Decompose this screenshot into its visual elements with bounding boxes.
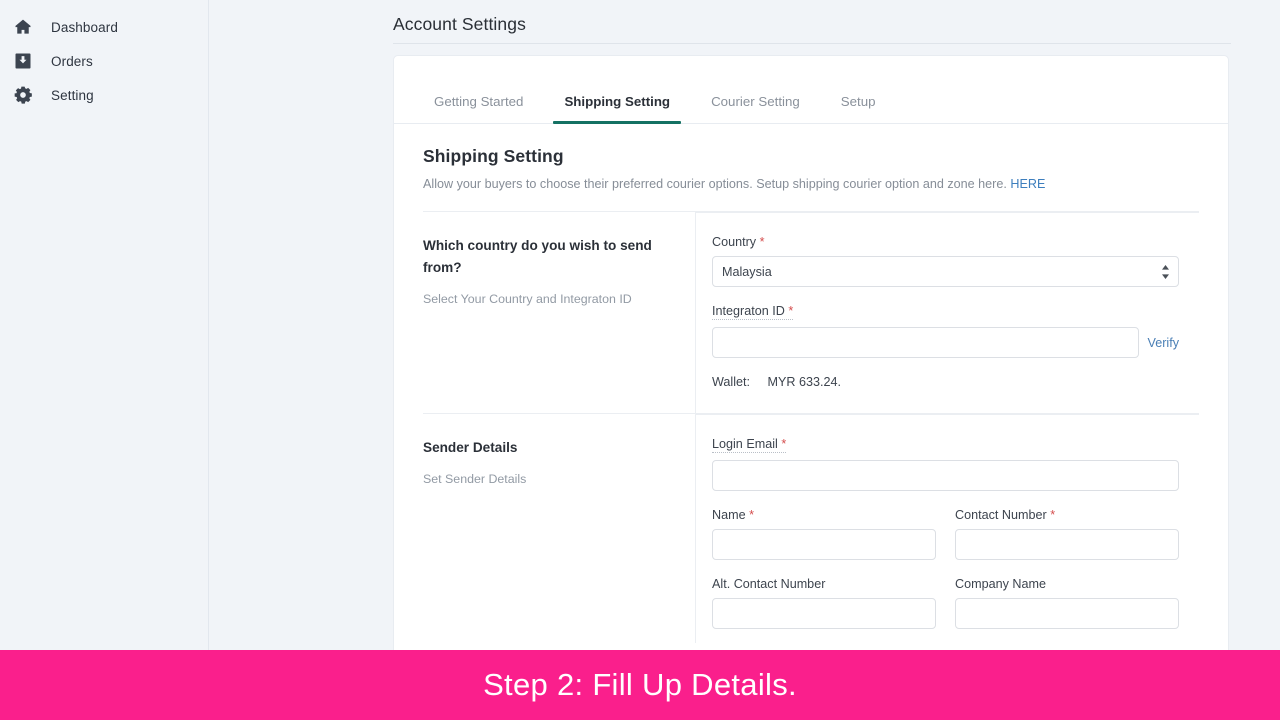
here-link[interactable]: HERE bbox=[1010, 177, 1045, 191]
name-label-text: Name bbox=[712, 508, 746, 522]
contact-number-field: Contact Number * bbox=[955, 506, 1179, 560]
login-email-label: Login Email * bbox=[712, 437, 786, 453]
country-row-left: Which country do you wish to send from? … bbox=[423, 212, 695, 413]
country-select-wrap bbox=[712, 256, 1179, 287]
country-select[interactable] bbox=[712, 256, 1179, 287]
integration-input-row: Verify bbox=[712, 327, 1179, 358]
settings-card: Getting Started Shipping Setting Courier… bbox=[393, 55, 1229, 650]
gear-icon bbox=[13, 85, 33, 105]
section-subtitle-text: Allow your buyers to choose their prefer… bbox=[423, 177, 1007, 191]
sidebar-item-label: Dashboard bbox=[51, 20, 118, 35]
main-content: Account Settings Getting Started Shippin… bbox=[209, 0, 1280, 650]
tab-shipping-setting[interactable]: Shipping Setting bbox=[553, 94, 681, 123]
wallet-value: MYR 633.24. bbox=[768, 375, 842, 389]
sender-row: Sender Details Set Sender Details Login … bbox=[423, 414, 1199, 643]
home-icon bbox=[13, 17, 33, 37]
sender-heading: Sender Details bbox=[423, 437, 673, 459]
login-email-input[interactable] bbox=[712, 460, 1179, 491]
sender-description: Set Sender Details bbox=[423, 472, 673, 486]
name-contact-row: Name * Contact Number * bbox=[712, 506, 1179, 560]
integration-label-text: Integraton ID bbox=[712, 304, 785, 318]
sidebar-item-label: Orders bbox=[51, 54, 93, 69]
integration-id-input[interactable] bbox=[712, 327, 1139, 358]
required-asterisk: * bbox=[781, 437, 786, 451]
alt-company-row: Alt. Contact Number Company Name bbox=[712, 575, 1179, 629]
sidebar-item-label: Setting bbox=[51, 88, 94, 103]
alt-contact-input[interactable] bbox=[712, 598, 936, 629]
country-label-text: Country bbox=[712, 235, 756, 249]
tab-courier-setting[interactable]: Courier Setting bbox=[700, 94, 811, 123]
alt-contact-field: Alt. Contact Number bbox=[712, 575, 936, 629]
wallet-line: Wallet: MYR 633.24. bbox=[712, 375, 1179, 389]
sender-row-right: Login Email * Name * bbox=[695, 414, 1199, 643]
country-label: Country * bbox=[712, 235, 765, 249]
integration-label: Integraton ID * bbox=[712, 304, 793, 320]
sidebar-item-orders[interactable]: Orders bbox=[0, 44, 208, 78]
country-row-right: Country * bbox=[695, 212, 1199, 413]
step-banner: Step 2: Fill Up Details. bbox=[0, 650, 1280, 720]
integration-field: Integraton ID * Verify bbox=[712, 302, 1179, 358]
tab-bar: Getting Started Shipping Setting Courier… bbox=[394, 56, 1228, 124]
step-banner-text: Step 2: Fill Up Details. bbox=[483, 667, 797, 703]
sidebar-item-dashboard[interactable]: Dashboard bbox=[0, 10, 208, 44]
company-name-field: Company Name bbox=[955, 575, 1179, 629]
company-name-label: Company Name bbox=[955, 577, 1046, 591]
sidebar: Dashboard Orders Setting bbox=[0, 0, 209, 650]
contact-number-label-text: Contact Number bbox=[955, 508, 1047, 522]
required-asterisk: * bbox=[788, 304, 793, 318]
country-panel: Country * bbox=[695, 212, 1199, 413]
required-asterisk: * bbox=[749, 508, 754, 522]
card-body: Shipping Setting Allow your buyers to ch… bbox=[394, 124, 1228, 643]
country-description: Select Your Country and Integraton ID bbox=[423, 292, 673, 306]
required-asterisk: * bbox=[760, 235, 765, 249]
sender-panel: Login Email * Name * bbox=[695, 414, 1199, 643]
name-label: Name * bbox=[712, 508, 754, 522]
title-divider bbox=[393, 43, 1231, 44]
required-asterisk: * bbox=[1050, 508, 1055, 522]
section-title: Shipping Setting bbox=[423, 146, 1199, 167]
page-title: Account Settings bbox=[393, 14, 526, 35]
verify-button[interactable]: Verify bbox=[1148, 336, 1180, 350]
app-root: Dashboard Orders Setting Account Setting… bbox=[0, 0, 1280, 720]
contact-number-label: Contact Number * bbox=[955, 508, 1055, 522]
name-input[interactable] bbox=[712, 529, 936, 560]
login-email-field: Login Email * bbox=[712, 435, 1179, 491]
tab-getting-started[interactable]: Getting Started bbox=[423, 94, 534, 123]
tab-setup[interactable]: Setup bbox=[830, 94, 887, 123]
country-row: Which country do you wish to send from? … bbox=[423, 212, 1199, 413]
wallet-label: Wallet: bbox=[712, 375, 750, 389]
sender-row-left: Sender Details Set Sender Details bbox=[423, 414, 695, 643]
company-name-input[interactable] bbox=[955, 598, 1179, 629]
sidebar-item-setting[interactable]: Setting bbox=[0, 78, 208, 112]
country-field: Country * bbox=[712, 233, 1179, 287]
download-box-icon bbox=[13, 51, 33, 71]
country-heading: Which country do you wish to send from? bbox=[423, 235, 673, 279]
contact-number-input[interactable] bbox=[955, 529, 1179, 560]
login-email-label-text: Login Email bbox=[712, 437, 778, 451]
alt-contact-label: Alt. Contact Number bbox=[712, 577, 825, 591]
section-subtitle: Allow your buyers to choose their prefer… bbox=[423, 177, 1199, 191]
name-field: Name * bbox=[712, 506, 936, 560]
